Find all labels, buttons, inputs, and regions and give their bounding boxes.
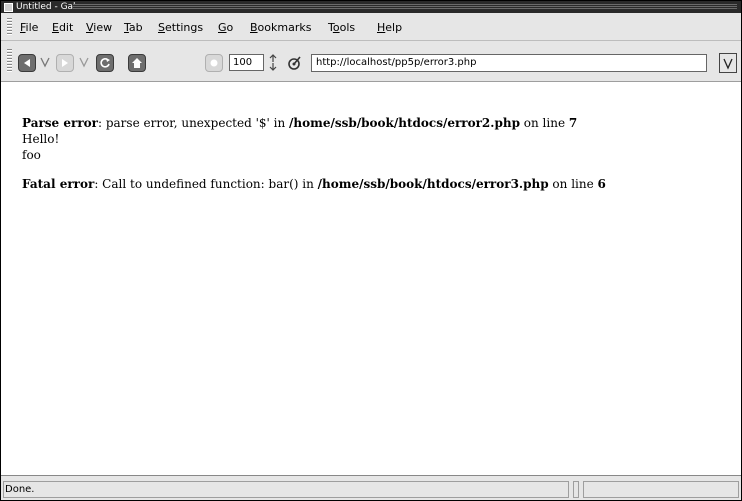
url-dropdown-button[interactable] [719, 53, 737, 73]
menu-help[interactable]: Help [377, 21, 402, 34]
parse-error-file: /home/ssb/book/htdocs/error2.php [289, 116, 520, 130]
stop-icon [210, 59, 218, 67]
fatal-error-line: Fatal error: Call to undefined function:… [22, 176, 606, 192]
parse-error-message: : parse error, unexpected '$' in [97, 116, 290, 130]
browser-window: Untitled - Galeon File Edit View Tab Set… [0, 0, 742, 501]
page-content[interactable]: Parse error: parse error, unexpected '$'… [1, 82, 741, 476]
zoom-spinner-icon[interactable] [267, 54, 279, 71]
fatal-error-label: Fatal error [22, 177, 95, 191]
menu-file[interactable]: File [20, 21, 38, 34]
menu-bar: File Edit View Tab Settings Go Bookmarks… [1, 14, 741, 41]
reload-icon [100, 58, 110, 68]
forward-icon [62, 59, 68, 67]
menu-tools[interactable]: Tools [328, 21, 355, 34]
parse-error-line: Parse error: parse error, unexpected '$'… [22, 115, 606, 131]
menu-bookmarks[interactable]: Bookmarks [250, 21, 311, 34]
fatal-error-line-number: 6 [597, 177, 606, 191]
menubar-grip-handle[interactable] [7, 18, 12, 36]
url-dropdown-icon [723, 58, 733, 70]
status-bar: Done. [1, 477, 741, 500]
location-icon[interactable] [287, 55, 303, 71]
window-menu-icon[interactable] [4, 3, 13, 12]
fatal-error-message: : Call to undefined function: bar() in [94, 177, 318, 191]
title-bar[interactable]: Untitled - Galeon [1, 1, 741, 13]
status-text: Done. [3, 481, 569, 498]
menu-edit[interactable]: Edit [52, 21, 73, 34]
address-bar[interactable]: http://localhost/pp5p/error3.php [311, 54, 707, 72]
parse-error-label: Parse error [22, 116, 98, 130]
menu-view[interactable]: View [86, 21, 112, 34]
status-panel-progress [583, 481, 739, 498]
back-history-dropdown-icon[interactable] [40, 55, 50, 69]
back-button[interactable] [18, 54, 36, 72]
status-panel-small [573, 481, 579, 498]
zoom-input[interactable]: 100 [229, 54, 264, 71]
reload-button[interactable] [96, 54, 114, 72]
foo-text: foo [22, 148, 41, 162]
parse-error-line-number: 7 [568, 116, 578, 130]
home-icon [132, 58, 142, 68]
menu-tab[interactable]: Tab [124, 21, 143, 34]
menu-settings[interactable]: Settings [158, 21, 203, 34]
home-button[interactable] [128, 54, 146, 72]
parse-error-on-line: on line [519, 116, 569, 130]
forward-button[interactable] [56, 54, 74, 72]
hello-text: Hello! [22, 132, 60, 146]
toolbar-grip-handle[interactable] [7, 49, 12, 73]
navigation-toolbar: 100 http://localhost/pp5p/error3.php [1, 41, 741, 82]
php-output: Parse error: parse error, unexpected '$'… [22, 115, 606, 192]
menu-go[interactable]: Go [218, 21, 233, 34]
stop-button[interactable] [205, 54, 223, 72]
fatal-error-on-line: on line [548, 177, 598, 191]
back-icon [24, 59, 30, 67]
forward-history-dropdown-icon[interactable] [79, 55, 89, 69]
title-bar-stripes [73, 4, 737, 10]
fatal-error-file: /home/ssb/book/htdocs/error3.php [317, 177, 549, 191]
